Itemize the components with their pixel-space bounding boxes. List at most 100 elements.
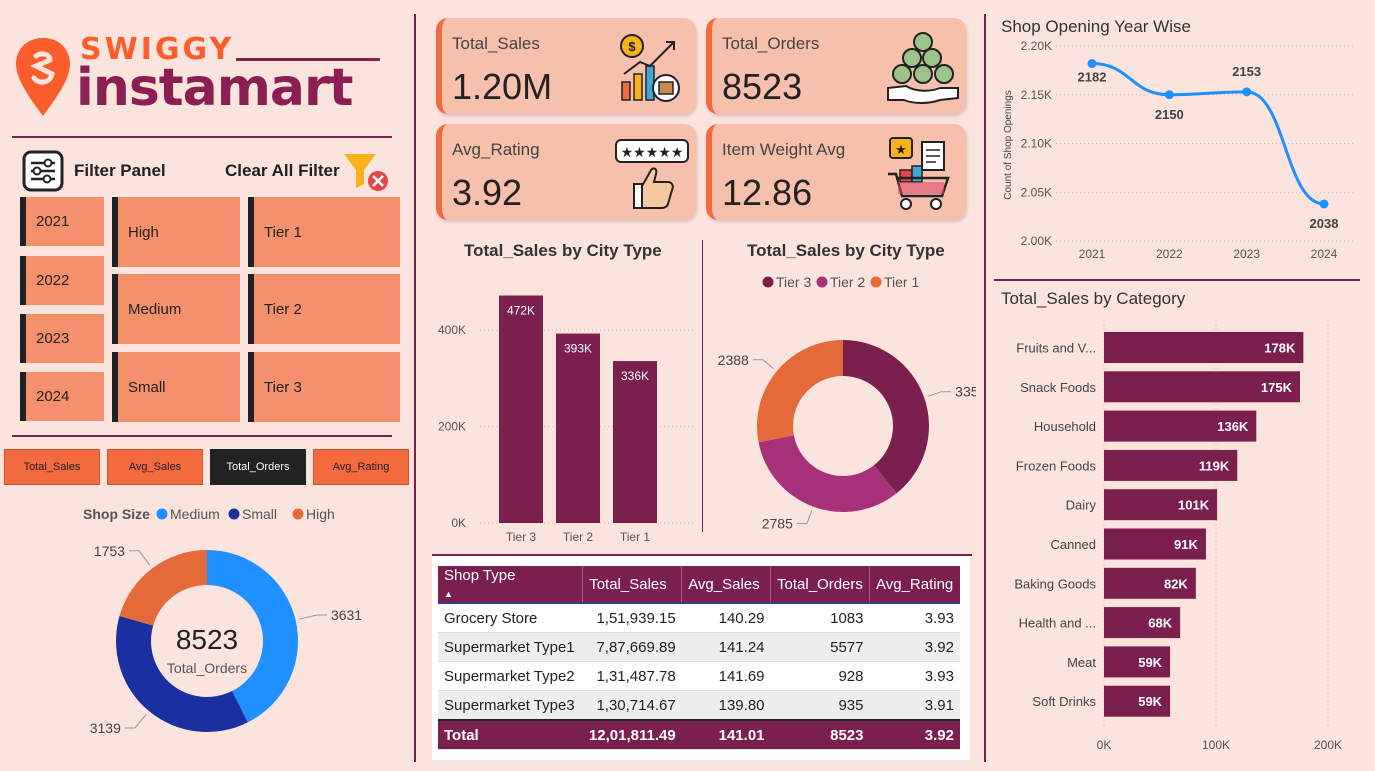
bar[interactable] — [499, 295, 543, 523]
metric-button-total-sales[interactable]: Total_Sales — [4, 449, 100, 485]
slicer-year-label: 2024 — [36, 388, 70, 405]
table-cell: 1,30,714.67 — [582, 690, 682, 721]
slicer-size-label: High — [128, 223, 159, 241]
shop-size-legend-title: Shop Size — [83, 506, 150, 522]
x-tick-label: 100K — [1202, 738, 1230, 752]
table-cell: 1083 — [770, 603, 870, 633]
shopping-cart-icon: ★ — [888, 137, 950, 210]
city-bar-title: Total_Sales by City Type — [464, 241, 662, 260]
donut-slice[interactable] — [119, 550, 207, 626]
y-tick-label: 0K — [451, 516, 466, 530]
table-cell: 5577 — [770, 632, 870, 662]
bar-data-label: 101K — [1178, 498, 1210, 513]
shop-size-legend: Shop Size Medium Small High — [83, 506, 335, 522]
x-tick-label: 2021 — [1079, 247, 1106, 261]
table-row[interactable]: Supermarket Type3 1,30,714.67 139.80 935 3.9… — [438, 690, 960, 721]
slicer-tier-label: Tier 2 — [264, 300, 302, 318]
point-data-label: 2150 — [1155, 107, 1184, 122]
svg-text:★★★★★: ★★★★★ — [621, 145, 684, 161]
slicer-tier-1[interactable]: Tier 1 — [248, 197, 400, 267]
table-cell: Supermarket Type1 — [438, 632, 583, 662]
shop-opening-chart: 2.00K 2.05K 2.10K 2.15K 2.20K Count of Shop O… — [1003, 39, 1354, 261]
kpi-total-orders: Total_Orders 8523 — [706, 18, 966, 114]
table-cell: 140.29 — [681, 603, 771, 633]
divider-left — [414, 14, 416, 762]
table-row[interactable]: Supermarket Type2 1,31,487.78 141.69 928 3.9… — [438, 661, 960, 691]
y-tick-label: Baking Goods — [1014, 576, 1096, 591]
filter-panel-title: Filter Panel — [74, 161, 166, 180]
metric-button-avg-sales[interactable]: Avg_Sales — [107, 449, 203, 485]
table-header-total-sales[interactable]: Total_Sales — [582, 566, 683, 604]
table-cell: 141.69 — [681, 661, 771, 691]
table-total-row[interactable]: Total 12,01,811.49 141.01 8523 3.92 — [438, 719, 960, 750]
point-data-label: 2182 — [1078, 70, 1107, 85]
legend-swatch — [292, 508, 304, 520]
slicer-year-2022[interactable]: 2022 — [20, 256, 104, 305]
y-axis-label: Count of Shop Openings — [1003, 90, 1014, 200]
donut-slice[interactable] — [758, 435, 897, 512]
swiggy-logo: SWIGGY instamart — [14, 28, 394, 128]
table-header-avg-sales[interactable]: Avg_Sales — [681, 566, 772, 604]
divider-right — [984, 14, 986, 762]
table-cell: 3.93 — [869, 603, 960, 633]
bar-data-label: 68K — [1148, 616, 1172, 631]
table-row[interactable]: Grocery Store 1,51,939.15 140.29 1083 3.93 — [438, 603, 960, 633]
clear-filter-icon[interactable] — [342, 150, 388, 194]
slicer-size-high[interactable]: High — [112, 197, 240, 267]
x-tick-label: Tier 2 — [563, 530, 594, 544]
shop-type-table: Shop Type ▲ Total_Sales Avg_Sales Total_O… — [432, 556, 970, 760]
slicer-year-2024[interactable]: 2024 — [20, 372, 104, 421]
slicer-tier-label: Tier 3 — [264, 378, 302, 396]
clear-all-filter-label[interactable]: Clear All Filter — [225, 161, 340, 181]
metric-button-total-orders[interactable]: Total_Orders — [210, 449, 306, 485]
legend-label: Tier 2 — [830, 274, 865, 290]
slicer-size-medium[interactable]: Medium — [112, 274, 240, 344]
table-header-shop-type[interactable]: Shop Type ▲ — [438, 566, 584, 604]
bar[interactable] — [613, 361, 657, 523]
rating-thumbs-up-icon: ★★★★★ — [615, 139, 689, 209]
line-point[interactable] — [1319, 199, 1329, 209]
kpi-label: Item Weight Avg — [722, 140, 846, 159]
filter-panel-header: Filter Panel Clear All Filter — [22, 150, 392, 194]
city-donut-title: Total_Sales by City Type — [747, 241, 945, 260]
table-cell: 3.93 — [869, 661, 960, 691]
table-header-avg-rating[interactable]: Avg_Rating — [869, 566, 960, 604]
category-title: Total_Sales by Category — [1001, 289, 1186, 308]
y-tick-label: Health and ... — [1019, 616, 1096, 631]
donut-leader-line — [299, 614, 327, 620]
y-tick-label: Soft Drinks — [1032, 694, 1096, 709]
table-header-row: Shop Type ▲ Total_Sales Avg_Sales Total_O… — [438, 566, 960, 604]
point-data-label: 2038 — [1310, 216, 1339, 231]
donut-slice[interactable] — [843, 340, 929, 494]
metric-button-avg-rating[interactable]: Avg_Rating — [313, 449, 409, 485]
shop-size-center-label: Total_Orders — [167, 660, 247, 676]
slicer-size-small[interactable]: Small — [112, 352, 240, 422]
slicer-tier-2[interactable]: Tier 2 — [248, 274, 400, 344]
table-header-total-orders[interactable]: Total_Orders — [770, 566, 870, 604]
header-label: Shop Type — [444, 567, 516, 584]
bar-data-label: 336K — [621, 369, 649, 383]
kpi-item-weight-avg: Item Weight Avg 12.86 ★ — [706, 124, 966, 220]
table-row[interactable]: Supermarket Type1 7,87,669.89 141.24 5577 3.… — [438, 632, 960, 662]
line-point[interactable] — [1242, 87, 1252, 97]
y-tick-label: 400K — [438, 323, 466, 337]
donut-slice[interactable] — [757, 340, 843, 443]
legend-label: Medium — [170, 506, 220, 522]
y-tick-label: 200K — [438, 420, 466, 434]
legend-swatch — [228, 508, 240, 520]
y-tick-label: Fruits and V... — [1016, 341, 1096, 356]
slicer-year-2023[interactable]: 2023 — [20, 314, 104, 363]
line-point[interactable] — [1164, 90, 1174, 100]
swiggy-pin-icon — [16, 38, 70, 116]
line-point[interactable] — [1087, 59, 1097, 69]
x-tick-label: 200K — [1314, 738, 1342, 752]
table-cell: 141.24 — [681, 632, 771, 662]
x-tick-label: 2024 — [1311, 247, 1338, 261]
slicer-tier-3[interactable]: Tier 3 — [248, 352, 400, 422]
point-data-label: 2153 — [1232, 64, 1261, 79]
bar[interactable] — [556, 333, 600, 523]
slicer-year-2021[interactable]: 2021 — [20, 197, 104, 246]
x-tick-label: 2022 — [1156, 247, 1183, 261]
kpi-label: Total_Sales — [452, 34, 540, 53]
legend-label: High — [306, 506, 335, 522]
